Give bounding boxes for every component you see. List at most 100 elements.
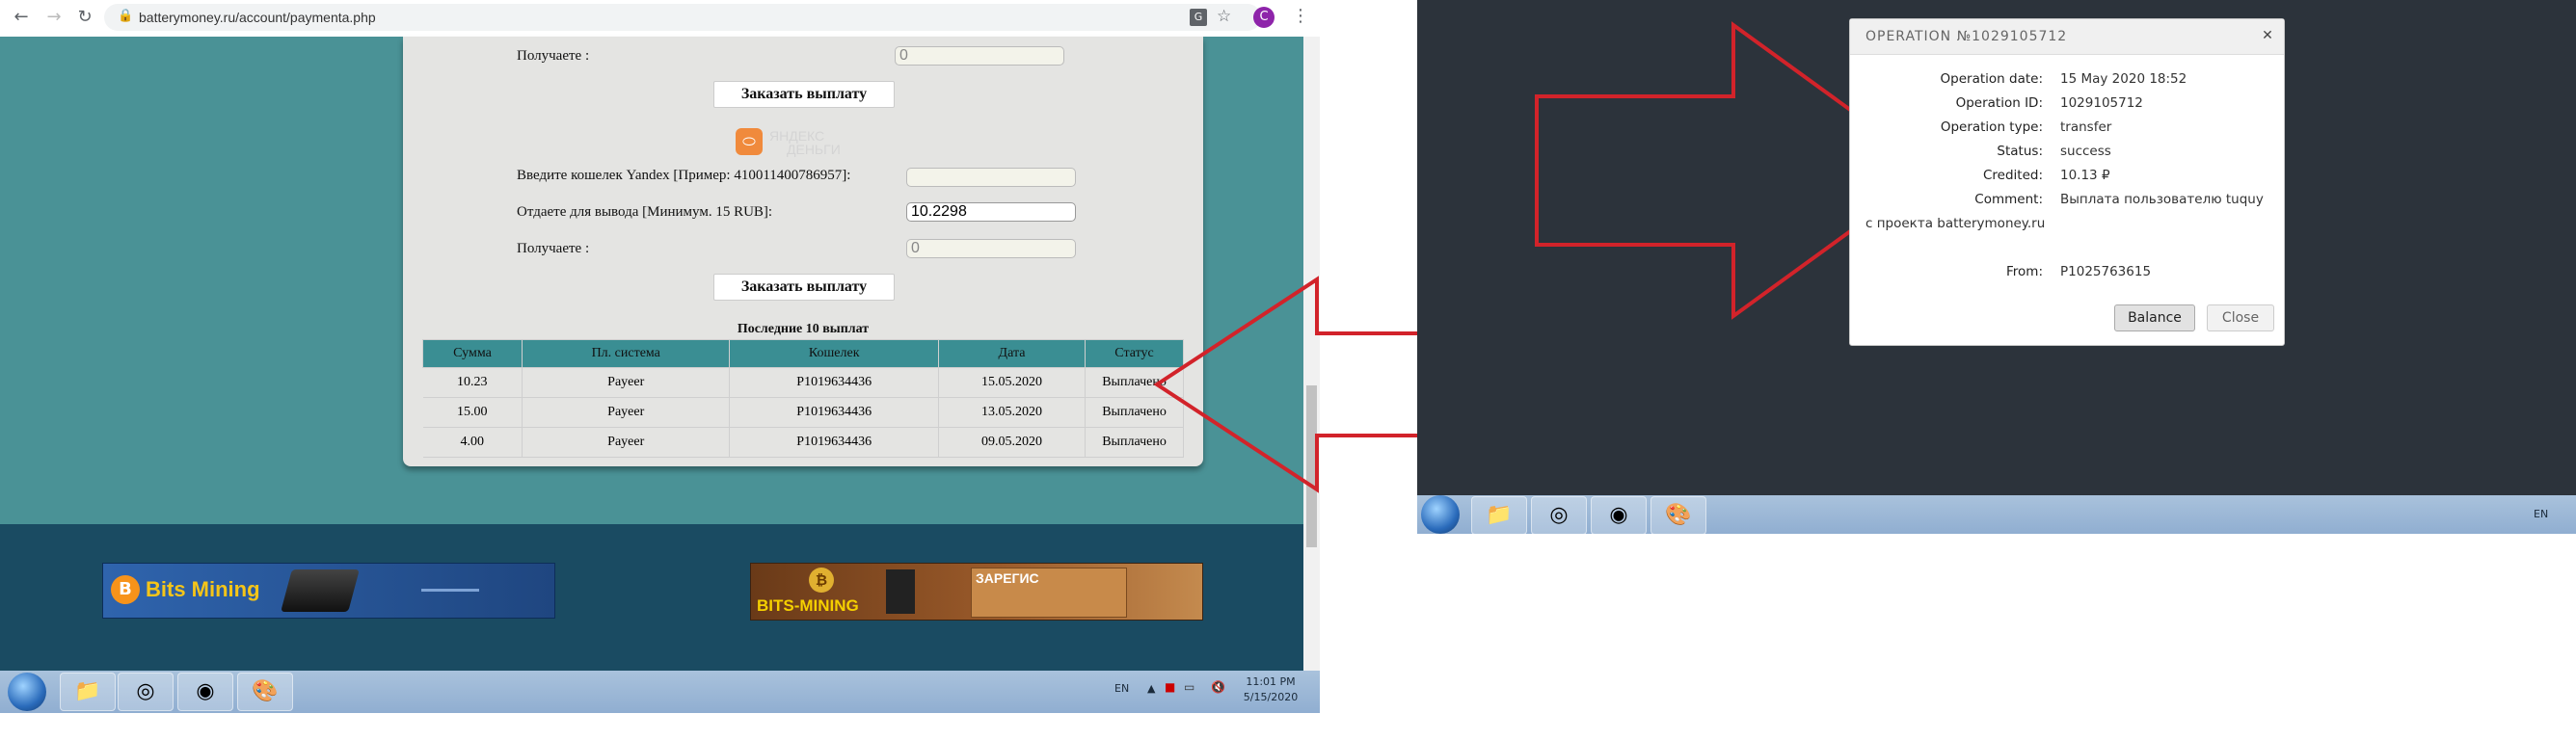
- taskbar-left: 📁 ◎ ◉ 🎨 EN ▲ ■ ▭ 🔇 11:01 PM 5/15/2020: [0, 671, 1320, 713]
- url-text[interactable]: batterymoney.ru/account/paymenta.php: [139, 10, 376, 25]
- banner-right-brand: BITS-MINING: [757, 596, 859, 615]
- page-content: Получаете : 0 Заказать выплату ⬭ ЯНДЕКС …: [0, 37, 1303, 713]
- bits-mining-banner-left[interactable]: B Bits Mining: [102, 563, 555, 619]
- value-operation-type: transfer: [2060, 119, 2112, 135]
- menu-kebab-icon[interactable]: ⋮: [1292, 6, 1309, 26]
- amount-input[interactable]: 10.2298: [906, 202, 1076, 222]
- header-payment-system: Пл. система: [521, 339, 731, 368]
- table-row: 4.00 Payeer P1019634436 09.05.2020 Выпла…: [422, 427, 1184, 458]
- taskbar-right: 📁 ◎ ◉ 🎨 EN: [1417, 495, 2576, 535]
- receive-field-top[interactable]: 0: [895, 46, 1064, 66]
- cell-system: Payeer: [522, 367, 731, 398]
- paint-icon[interactable]: 🎨: [1650, 496, 1706, 535]
- paint-icon[interactable]: 🎨: [237, 673, 293, 711]
- cell-system: Payeer: [522, 397, 731, 428]
- value-credited: 10.13 ₽: [2060, 168, 2110, 183]
- value-from: P1025763615: [2060, 264, 2152, 279]
- label-credited: Credited:: [1982, 168, 2043, 183]
- app-green-icon[interactable]: ◎: [1531, 496, 1587, 535]
- cell-wallet: P1019634436: [729, 397, 939, 428]
- table-row: 15.00 Payeer P1019634436 13.05.2020 Выпл…: [422, 397, 1184, 428]
- close-button[interactable]: Close: [2207, 304, 2274, 331]
- file-explorer-icon[interactable]: 📁: [1471, 496, 1527, 535]
- balance-button[interactable]: Balance: [2114, 304, 2195, 331]
- reload-icon[interactable]: ↻: [75, 8, 94, 27]
- bits-mining-banner-right[interactable]: ₿ BITS-MINING ЗАРЕГИС: [750, 563, 1203, 621]
- banner-sign-text: ЗАРЕГИС: [976, 570, 1039, 586]
- value-operation-date: 15 May 2020 18:52: [2060, 71, 2187, 87]
- translate-icon[interactable]: G: [1190, 9, 1207, 26]
- payouts-header-row: Сумма Пл. система Кошелек Дата Статус: [422, 339, 1184, 368]
- cell-system: Payeer: [522, 427, 731, 458]
- label-operation-type: Operation type:: [1940, 119, 2043, 135]
- app-green-icon[interactable]: ◎: [118, 673, 174, 711]
- clock-time: 11:01 PM: [1246, 675, 1296, 688]
- yandex-logo-line-1: ЯНДЕКС: [769, 128, 825, 144]
- tray-arrow-icon[interactable]: ▲: [1147, 682, 1155, 695]
- payouts-title: Последние 10 выплат: [737, 322, 870, 336]
- yandex-money-logo-icon: ⬭: [736, 128, 763, 155]
- gpu-card-icon: [281, 569, 360, 612]
- cell-date: 13.05.2020: [938, 397, 1087, 428]
- operation-dialog: OPERATION №1029105712 ✕ Operation date: …: [1849, 18, 2285, 346]
- dialog-title: OPERATION №1029105712: [1865, 29, 2068, 44]
- receive-label: Получаете :: [517, 241, 590, 256]
- value-comment-continued: с проекта batterymoney.ru: [1865, 216, 2046, 231]
- value-comment: Выплата пользователю tuquy: [2060, 192, 2264, 207]
- table-row: 10.23 Payeer P1019634436 15.05.2020 Выпл…: [422, 367, 1184, 398]
- clock[interactable]: 11:01 PM 5/15/2020: [1240, 674, 1301, 705]
- label-from: From:: [2006, 264, 2043, 279]
- order-payout-button-top[interactable]: Заказать выплату: [713, 81, 895, 108]
- cell-amount: 15.00: [422, 397, 523, 428]
- label-operation-date: Operation date:: [1940, 71, 2043, 87]
- receive-field[interactable]: 0: [906, 239, 1076, 258]
- browser-toolbar: ← → ↻ 🔒 batterymoney.ru/account/paymenta…: [0, 0, 1320, 38]
- chrome-icon[interactable]: ◉: [177, 673, 233, 711]
- banner-left-text: Bits Mining: [146, 577, 260, 601]
- forward-icon[interactable]: →: [44, 8, 64, 27]
- cell-amount: 4.00: [422, 427, 523, 458]
- payouts-table: Сумма Пл. система Кошелек Дата Статус 10…: [422, 339, 1184, 458]
- cell-wallet: P1019634436: [729, 367, 939, 398]
- header-wallet: Кошелек: [729, 339, 939, 368]
- wallet-label: Введите кошелек Yandex [Пример: 41001140…: [517, 168, 851, 183]
- language-indicator[interactable]: EN: [1114, 682, 1129, 695]
- wallet-input[interactable]: [906, 168, 1076, 187]
- header-date: Дата: [937, 339, 1087, 368]
- order-payout-button[interactable]: Заказать выплату: [713, 274, 895, 301]
- profile-avatar[interactable]: C: [1253, 7, 1275, 28]
- cell-date: 09.05.2020: [938, 427, 1087, 458]
- yandex-logo-line-2: ДЕНЬГИ: [787, 142, 841, 157]
- clock-date: 5/15/2020: [1243, 691, 1299, 703]
- value-operation-id: 1029105712: [2060, 95, 2143, 111]
- volume-muted-icon[interactable]: 🔇: [1211, 680, 1225, 694]
- payout-panel: Получаете : 0 Заказать выплату ⬭ ЯНДЕКС …: [403, 37, 1203, 466]
- label-comment: Comment:: [1974, 192, 2043, 207]
- banner-loading-bar: [421, 589, 479, 592]
- file-explorer-icon[interactable]: 📁: [60, 673, 116, 711]
- language-indicator[interactable]: EN: [2534, 508, 2548, 520]
- dialog-titlebar: OPERATION №1029105712 ✕: [1850, 19, 2284, 55]
- chrome-icon[interactable]: ◉: [1591, 496, 1647, 535]
- label-status: Status:: [1997, 144, 2043, 159]
- lock-icon[interactable]: 🔒: [118, 9, 133, 23]
- bookmark-star-icon[interactable]: ☆: [1217, 7, 1231, 26]
- amount-label: Отдаете для вывода [Минимум. 15 RUB]:: [517, 204, 773, 220]
- back-icon[interactable]: ←: [12, 8, 31, 27]
- value-status: success: [2060, 144, 2111, 159]
- server-icon: [886, 569, 915, 614]
- tray-app-icon[interactable]: ■: [1165, 680, 1175, 694]
- cell-amount: 10.23: [422, 367, 523, 398]
- windows-start-icon[interactable]: [1421, 495, 1460, 534]
- receive-label-top: Получаете :: [517, 48, 590, 64]
- header-amount: Сумма: [422, 339, 523, 368]
- coin-icon: ₿: [809, 568, 834, 593]
- label-operation-id: Operation ID:: [1955, 95, 2043, 111]
- network-icon[interactable]: ▭: [1184, 680, 1194, 694]
- bitcoin-icon: B: [111, 575, 140, 604]
- windows-start-icon[interactable]: [8, 673, 46, 711]
- cell-date: 15.05.2020: [938, 367, 1087, 398]
- banner-sign: ЗАРЕГИС: [971, 568, 1127, 618]
- cell-wallet: P1019634436: [729, 427, 939, 458]
- close-icon[interactable]: ✕: [2259, 27, 2276, 44]
